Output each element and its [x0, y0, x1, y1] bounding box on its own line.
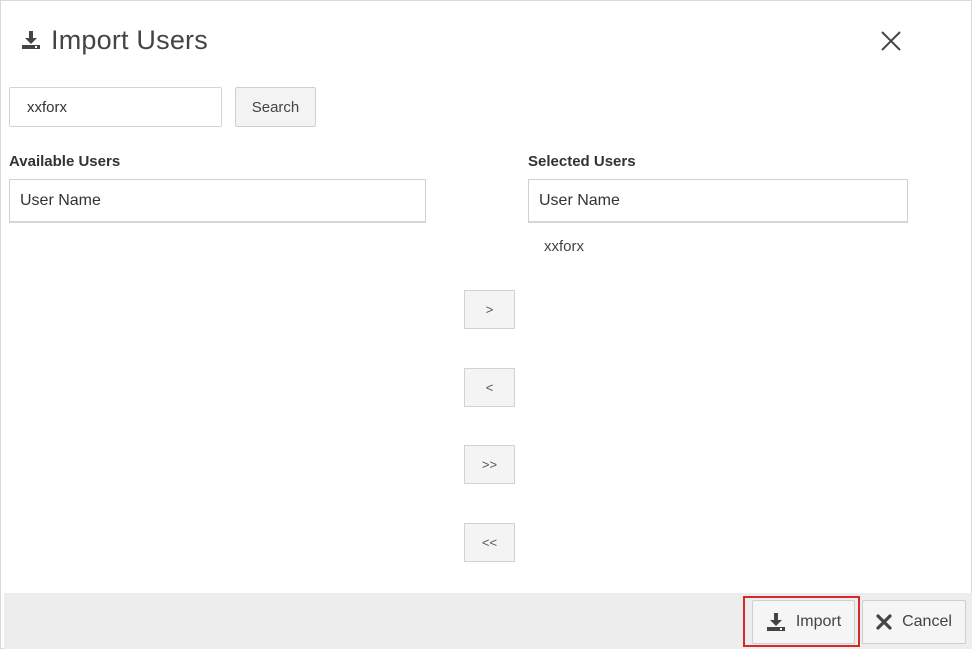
selected-user-item[interactable]: xxforx — [544, 238, 584, 255]
import-icon — [766, 612, 786, 632]
selected-users-label: Selected Users — [528, 153, 636, 170]
close-button[interactable] — [877, 29, 905, 57]
move-all-right-button[interactable]: >> — [464, 445, 515, 484]
move-left-button[interactable]: < — [464, 368, 515, 407]
move-right-button[interactable]: > — [464, 290, 515, 329]
import-button-label: Import — [795, 613, 842, 630]
selected-users-header[interactable]: User Name — [528, 179, 908, 223]
dialog-title-row: Import Users — [21, 23, 208, 57]
dialog-title: Import Users — [51, 24, 208, 55]
search-button[interactable]: Search — [235, 87, 316, 127]
import-icon — [21, 30, 41, 50]
close-icon — [880, 30, 902, 57]
move-all-left-button[interactable]: << — [464, 523, 515, 562]
x-icon — [876, 614, 892, 630]
cancel-button[interactable]: Cancel — [862, 600, 966, 644]
import-button[interactable]: Import — [752, 600, 855, 644]
cancel-button-label: Cancel — [902, 613, 952, 630]
search-input[interactable] — [9, 87, 222, 127]
available-users-header[interactable]: User Name — [9, 179, 426, 223]
available-users-label: Available Users — [9, 153, 121, 170]
import-users-dialog: Import Users Search Available Users User… — [0, 0, 972, 649]
